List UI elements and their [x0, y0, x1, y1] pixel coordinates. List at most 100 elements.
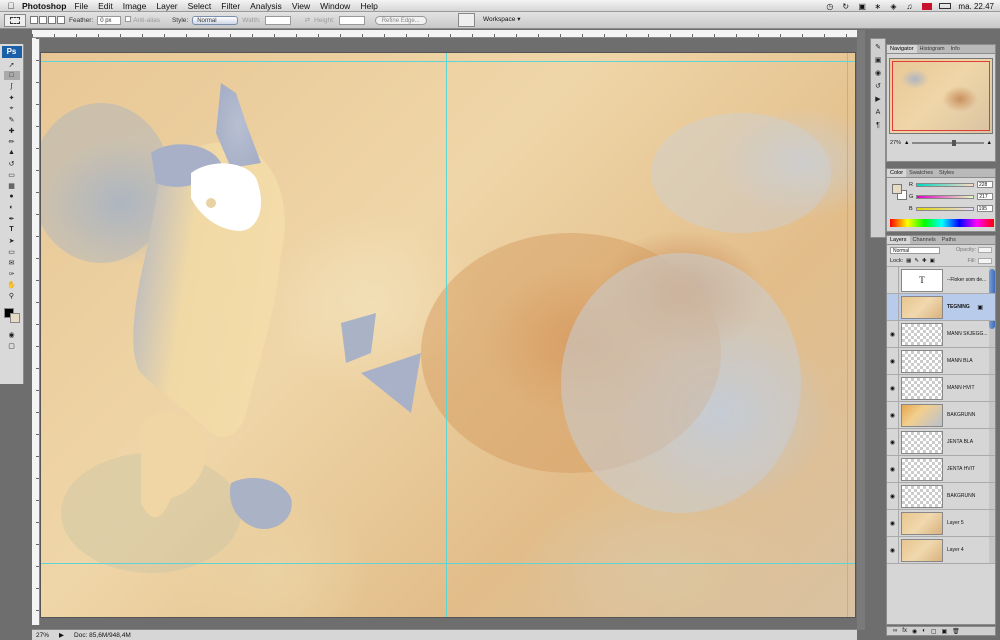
layer-name[interactable]: --Floker som de...	[947, 277, 986, 283]
visibility-eye-icon[interactable]: ◉	[887, 482, 899, 510]
healing-brush-icon[interactable]: ✚	[4, 126, 20, 135]
doc-size[interactable]: Doc: 85,6M/948,4M	[74, 632, 131, 639]
lock-image-icon[interactable]: ✎	[914, 258, 919, 264]
tab-layers[interactable]: Layers	[887, 236, 910, 244]
layer-name[interactable]: MANN HVIT	[947, 385, 975, 391]
zoom-in-icon[interactable]: ▲	[987, 140, 992, 146]
layer-row[interactable]: ◉ Layer 4	[887, 536, 995, 564]
add-mask-icon[interactable]: ◉	[912, 628, 917, 635]
refine-edge-button[interactable]: Refine Edge...	[374, 15, 427, 25]
layer-thumbnail[interactable]	[901, 295, 943, 319]
menu-image[interactable]: Image	[123, 1, 147, 11]
visibility-eye-icon[interactable]: ◉	[887, 347, 899, 375]
tool-presets-icon[interactable]: ▣	[873, 55, 884, 65]
tab-info[interactable]: Info	[948, 45, 963, 53]
guide-line-center[interactable]	[446, 53, 447, 617]
layer-thumbnail[interactable]	[901, 403, 943, 427]
color-ramp[interactable]	[890, 219, 994, 227]
layer-name[interactable]: BAKGRUNN	[947, 412, 975, 418]
slice-tool-icon[interactable]: ✎	[4, 115, 20, 124]
brush-tool-icon[interactable]: ✏	[4, 137, 20, 146]
visibility-eye-icon[interactable]: ◉	[887, 401, 899, 429]
wifi-icon[interactable]: ◈	[890, 2, 899, 11]
slider-r[interactable]	[915, 182, 974, 187]
blur-tool-icon[interactable]: ●	[4, 192, 20, 201]
clone-source-icon[interactable]: ◉	[873, 68, 884, 78]
vertical-scrollbar[interactable]	[857, 30, 865, 630]
layer-thumbnail[interactable]	[901, 484, 943, 508]
layer-row[interactable]: ◉ MANN HVIT	[887, 374, 995, 402]
visibility-eye-icon[interactable]: ◉	[887, 374, 899, 402]
type-tool-icon[interactable]: T	[4, 225, 20, 234]
clone-stamp-icon[interactable]: ▲	[4, 148, 20, 157]
zoom-slider-knob[interactable]	[951, 139, 956, 146]
layer-name[interactable]: MANN SKJEGG...	[947, 331, 988, 337]
dodge-tool-icon[interactable]: ◐	[4, 203, 20, 212]
height-input[interactable]	[338, 15, 365, 25]
visibility-eye-icon[interactable]: ◉	[887, 509, 899, 537]
layer-name[interactable]: MANN BLÅ	[947, 358, 973, 364]
menu-select[interactable]: Select	[188, 1, 212, 11]
slider-b[interactable]	[915, 206, 974, 211]
app-menu[interactable]: Photoshop	[22, 1, 66, 11]
actions-icon[interactable]: ▶	[873, 94, 884, 104]
value-b[interactable]: 195	[976, 205, 993, 212]
link-layers-icon[interactable]: ∞	[893, 628, 897, 634]
delete-layer-icon[interactable]: 🗑	[952, 628, 960, 635]
time-machine-icon[interactable]: ◷	[826, 2, 835, 11]
visibility-eye-icon[interactable]: ◉	[887, 320, 899, 348]
palette-well-button[interactable]	[458, 13, 475, 27]
guide-line-top[interactable]	[41, 61, 855, 62]
background-color[interactable]	[9, 313, 20, 323]
tab-color[interactable]: Color	[887, 169, 907, 177]
eyedropper-icon[interactable]: ✑	[4, 269, 20, 278]
tab-styles[interactable]: Styles	[936, 169, 957, 177]
visibility-eye-icon[interactable]: ◉	[887, 428, 899, 456]
menu-window[interactable]: Window	[320, 1, 350, 11]
crop-tool-icon[interactable]: ⌖	[4, 104, 20, 113]
subtract-selection-icon[interactable]	[48, 16, 56, 24]
hand-tool-icon[interactable]: ✋	[4, 280, 20, 289]
notes-tool-icon[interactable]: ✉	[4, 258, 20, 267]
layer-row[interactable]: ◉ JENTA BLÅ	[887, 428, 995, 456]
feather-input[interactable]: 0 px	[97, 15, 122, 25]
value-g[interactable]: 217	[977, 193, 994, 200]
shape-tool-icon[interactable]: ▭	[4, 247, 20, 256]
flag-icon[interactable]	[922, 2, 933, 10]
visibility-eye-icon[interactable]	[887, 293, 899, 321]
lock-all-icon[interactable]: ▣	[930, 258, 935, 264]
navigator-view-box[interactable]	[892, 61, 990, 131]
tab-swatches[interactable]: Swatches	[906, 169, 936, 177]
layer-row[interactable]: ◉ MANN SKJEGG...	[887, 320, 995, 348]
layer-thumbnail[interactable]	[901, 349, 943, 373]
new-selection-icon[interactable]	[30, 16, 38, 24]
guide-line-bottom[interactable]	[41, 563, 855, 564]
layer-thumbnail[interactable]	[901, 538, 943, 562]
menu-analysis[interactable]: Analysis	[250, 1, 282, 11]
layer-thumbnail[interactable]: T	[901, 268, 943, 292]
lock-transparent-icon[interactable]: ▦	[906, 258, 911, 264]
color-fg-swatch[interactable]	[892, 184, 902, 194]
horizontal-ruler[interactable]	[32, 30, 857, 38]
move-tool-icon[interactable]: ➚	[4, 60, 20, 69]
document-canvas[interactable]	[40, 52, 856, 618]
lasso-tool-icon[interactable]: ∫	[4, 82, 20, 91]
display-icon[interactable]: ▣	[858, 2, 867, 11]
layer-name[interactable]: Layer 5	[947, 520, 964, 526]
fill-input[interactable]	[978, 258, 992, 264]
visibility-eye-icon[interactable]	[887, 266, 899, 294]
menu-file[interactable]: File	[74, 1, 88, 11]
menu-filter[interactable]: Filter	[221, 1, 240, 11]
add-selection-icon[interactable]	[39, 16, 47, 24]
history-brush-icon[interactable]: ↺	[4, 159, 20, 168]
guide-line-right[interactable]	[847, 53, 848, 617]
paragraph-icon[interactable]: ¶	[873, 120, 884, 130]
new-layer-icon[interactable]: ▣	[942, 628, 948, 635]
layer-row[interactable]: ◉ JENTA HVIT	[887, 455, 995, 483]
layer-name[interactable]: JENTA HVIT	[947, 466, 975, 472]
layer-name[interactable]: BAKGRUNN	[947, 493, 975, 499]
opacity-input[interactable]	[978, 247, 992, 253]
layer-thumbnail[interactable]	[901, 511, 943, 535]
zoom-level[interactable]: 27%	[36, 632, 49, 639]
eraser-tool-icon[interactable]: ▭	[4, 170, 20, 179]
